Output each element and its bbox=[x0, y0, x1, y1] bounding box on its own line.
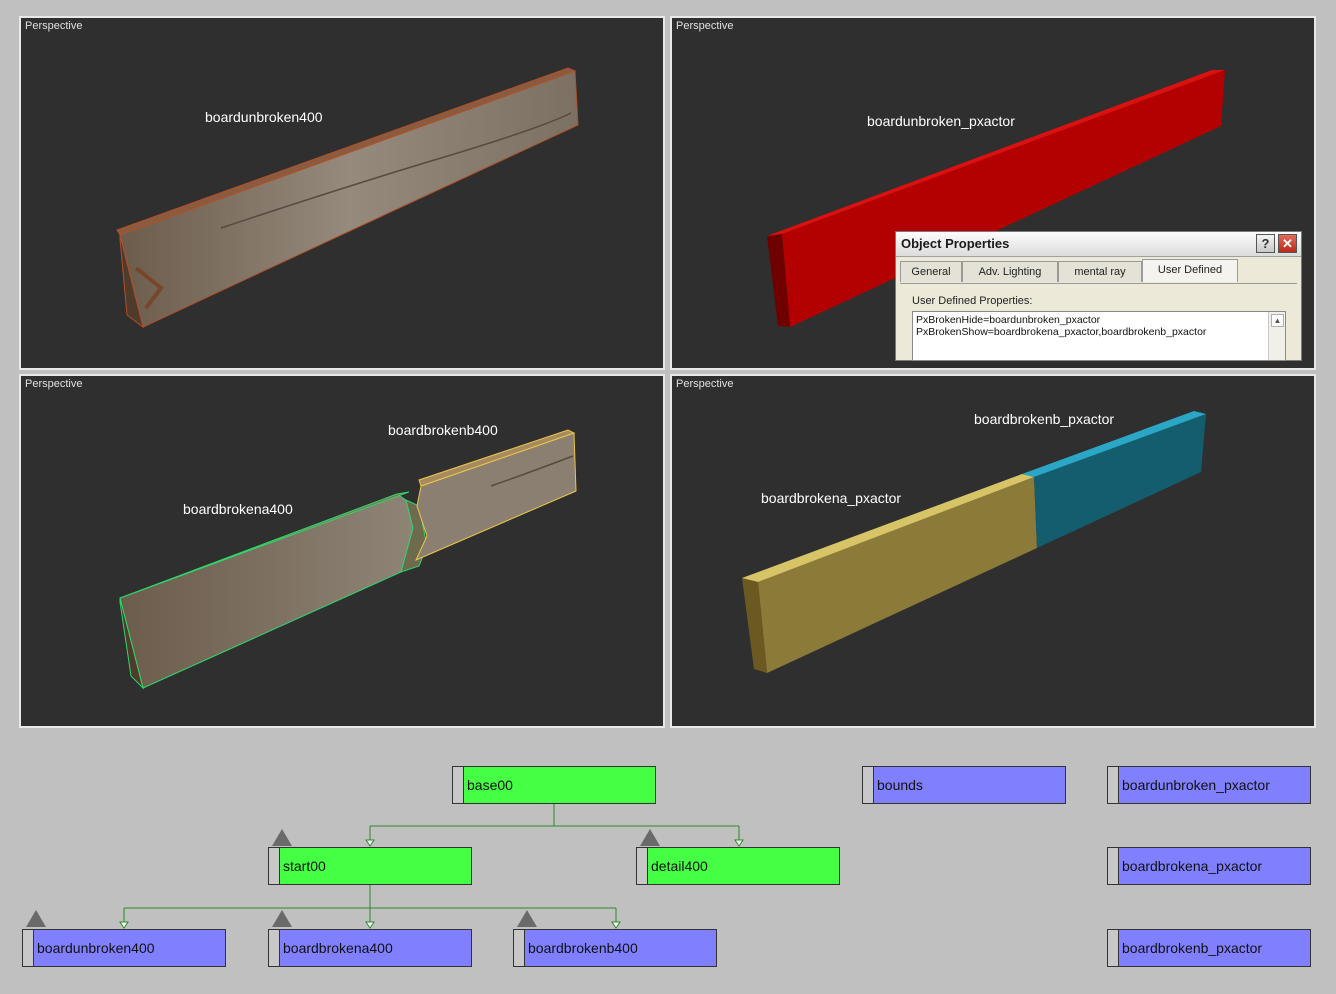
collapse-triangle-icon[interactable] bbox=[272, 910, 292, 927]
node-label: base00 bbox=[467, 777, 513, 793]
node-handle[interactable] bbox=[1108, 848, 1119, 884]
collapse-triangle-icon[interactable] bbox=[517, 910, 537, 927]
node-base00[interactable]: base00 bbox=[452, 766, 656, 804]
node-handle[interactable] bbox=[23, 930, 34, 966]
node-boardunbroken400[interactable]: boardunbroken400 bbox=[22, 929, 226, 967]
node-label: start00 bbox=[283, 858, 326, 874]
node-label: boardbrokenb_pxactor bbox=[1122, 940, 1263, 956]
node-handle[interactable] bbox=[1108, 930, 1119, 966]
node-handle[interactable] bbox=[1108, 767, 1119, 803]
node-label: bounds bbox=[877, 777, 923, 793]
node-boardunbroken-pxactor[interactable]: boardunbroken_pxactor bbox=[1107, 766, 1311, 804]
collapse-triangle-icon[interactable] bbox=[26, 910, 46, 927]
node-label: detail400 bbox=[651, 858, 708, 874]
node-boardbrokenb-pxactor[interactable]: boardbrokenb_pxactor bbox=[1107, 929, 1311, 967]
node-handle[interactable] bbox=[637, 848, 648, 884]
collapse-triangle-icon[interactable] bbox=[640, 829, 660, 846]
node-handle[interactable] bbox=[514, 930, 525, 966]
node-handle[interactable] bbox=[269, 848, 280, 884]
node-label: boardbrokenb400 bbox=[528, 940, 638, 956]
node-start00[interactable]: start00 bbox=[268, 847, 472, 885]
collapse-triangle-icon[interactable] bbox=[272, 829, 292, 846]
node-handle[interactable] bbox=[453, 767, 464, 803]
node-boardbrokena400[interactable]: boardbrokena400 bbox=[268, 929, 472, 967]
node-handle[interactable] bbox=[863, 767, 874, 803]
node-label: boardbrokena400 bbox=[283, 940, 393, 956]
node-bounds[interactable]: bounds bbox=[862, 766, 1066, 804]
node-label: boardbrokena_pxactor bbox=[1122, 858, 1263, 874]
node-detail400[interactable]: detail400 bbox=[636, 847, 840, 885]
node-boardbrokena-pxactor[interactable]: boardbrokena_pxactor bbox=[1107, 847, 1311, 885]
node-handle[interactable] bbox=[269, 930, 280, 966]
node-label: boardunbroken400 bbox=[37, 940, 155, 956]
graph-edges bbox=[119, 804, 744, 929]
node-boardbrokenb400[interactable]: boardbrokenb400 bbox=[513, 929, 717, 967]
node-label: boardunbroken_pxactor bbox=[1122, 777, 1270, 793]
